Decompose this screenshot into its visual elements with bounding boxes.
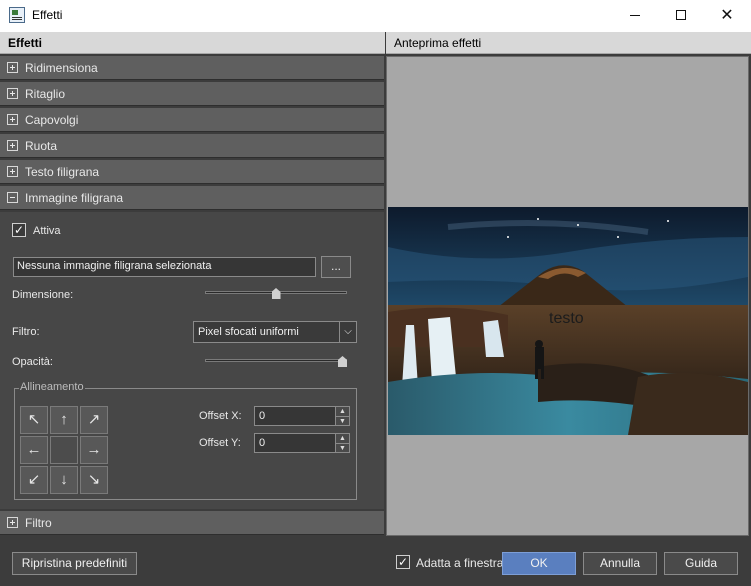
close-icon: ✕ [720, 7, 734, 24]
fit-window-label: Adatta a finestra [416, 556, 504, 570]
active-checkbox[interactable]: ✓ [12, 223, 26, 237]
section-label: Capovolgi [25, 113, 79, 127]
opacity-slider[interactable] [205, 359, 347, 362]
section-ridimensiona[interactable]: Ridimensiona [0, 56, 384, 80]
help-button[interactable]: Guida [664, 552, 738, 575]
effects-panel: Effetti Ridimensiona Ritaglio Capovolgi … [0, 32, 385, 538]
minimize-icon [630, 14, 640, 16]
section-label: Ridimensiona [25, 61, 98, 75]
filter-select[interactable]: Pixel sfocati uniformi ⌵ [193, 321, 357, 343]
align-top-left-button[interactable]: ↖ [20, 406, 48, 434]
minimize-button[interactable] [612, 0, 658, 30]
expand-icon [7, 517, 18, 528]
active-label: Attiva [33, 225, 61, 237]
section-immagine-filigrana[interactable]: Immagine filigrana [0, 186, 384, 210]
cancel-button[interactable]: Annulla [583, 552, 657, 575]
close-button[interactable]: ✕ [704, 0, 750, 30]
browse-button[interactable]: ... [321, 256, 351, 278]
spin-down-icon[interactable]: ▼ [335, 443, 349, 452]
align-bottom-button[interactable]: ↓ [50, 466, 78, 494]
expand-icon [7, 140, 18, 151]
preview-area[interactable]: testo [386, 56, 749, 536]
align-bottom-right-button[interactable]: ↘ [80, 466, 108, 494]
section-filtro[interactable]: Filtro [0, 511, 384, 535]
align-bottom-left-button[interactable]: ↙ [20, 466, 48, 494]
maximize-button[interactable] [658, 0, 704, 30]
effects-dialog: Effetti Ridimensiona Ritaglio Capovolgi … [0, 32, 751, 586]
offset-x-value: 0 [259, 410, 266, 422]
section-label: Immagine filigrana [25, 191, 124, 205]
section-capovolgi[interactable]: Capovolgi [0, 108, 384, 132]
offset-x-label: Offset X: [199, 410, 242, 422]
alignment-group: Allineamento ↖ ↑ ↗ ← → ↙ ↓ ↘ Offset X: 0… [14, 381, 357, 500]
alignment-legend: Allineamento [19, 381, 85, 393]
spin-up-icon[interactable]: ▲ [335, 407, 349, 416]
preview-panel-title: Anteprima effetti [394, 36, 482, 50]
expand-icon [7, 166, 18, 177]
section-ritaglio[interactable]: Ritaglio [0, 82, 384, 106]
align-center-button[interactable] [50, 436, 78, 464]
align-right-button[interactable]: → [80, 436, 108, 464]
maximize-icon [676, 10, 686, 20]
watermark-image-field[interactable]: Nessuna immagine filigrana selezionata [13, 257, 316, 277]
expand-icon [7, 88, 18, 99]
offset-y-label: Offset Y: [199, 437, 241, 449]
window-title: Effetti [32, 8, 63, 22]
ok-button[interactable]: OK [502, 552, 576, 575]
expand-icon [7, 114, 18, 125]
spin-up-icon[interactable]: ▲ [335, 434, 349, 443]
expand-icon [7, 62, 18, 73]
section-label: Testo filigrana [25, 165, 100, 179]
watermark-image-settings: ✓ Attiva Nessuna immagine filigrana sele… [0, 212, 384, 509]
preview-panel-header: Anteprima effetti [386, 32, 751, 54]
chevron-down-icon: ⌵ [339, 322, 356, 342]
size-slider-thumb[interactable] [271, 288, 281, 299]
align-top-right-button[interactable]: ↗ [80, 406, 108, 434]
section-testo-filigrana[interactable]: Testo filigrana [0, 160, 384, 184]
watermark-text: testo [549, 310, 584, 327]
section-ruota[interactable]: Ruota [0, 134, 384, 158]
offset-y-value: 0 [259, 437, 266, 449]
align-left-button[interactable]: ← [20, 436, 48, 464]
preview-image: testo [388, 207, 748, 435]
opacity-label: Opacità: [12, 356, 53, 368]
effects-panel-title: Effetti [8, 36, 42, 50]
opacity-slider-thumb[interactable] [338, 356, 347, 367]
app-icon [9, 7, 25, 23]
spin-down-icon[interactable]: ▼ [335, 416, 349, 425]
reset-defaults-button[interactable]: Ripristina predefiniti [12, 552, 137, 575]
fit-window-checkbox[interactable]: ✓ [396, 555, 410, 569]
size-label: Dimensione: [12, 289, 74, 301]
align-top-button[interactable]: ↑ [50, 406, 78, 434]
filter-select-value: Pixel sfocati uniformi [198, 326, 299, 338]
section-label: Ruota [25, 139, 58, 153]
collapse-icon [7, 192, 18, 203]
offset-y-spinbox[interactable]: 0 ▲ ▼ [254, 433, 350, 453]
section-label: Filtro [25, 516, 52, 530]
section-label: Ritaglio [25, 87, 66, 101]
title-bar: Effetti ✕ [0, 0, 751, 32]
offset-x-spinbox[interactable]: 0 ▲ ▼ [254, 406, 350, 426]
preview-panel: Anteprima effetti testo [386, 32, 751, 538]
effects-panel-header: Effetti [0, 32, 385, 54]
filter-label: Filtro: [12, 326, 40, 338]
